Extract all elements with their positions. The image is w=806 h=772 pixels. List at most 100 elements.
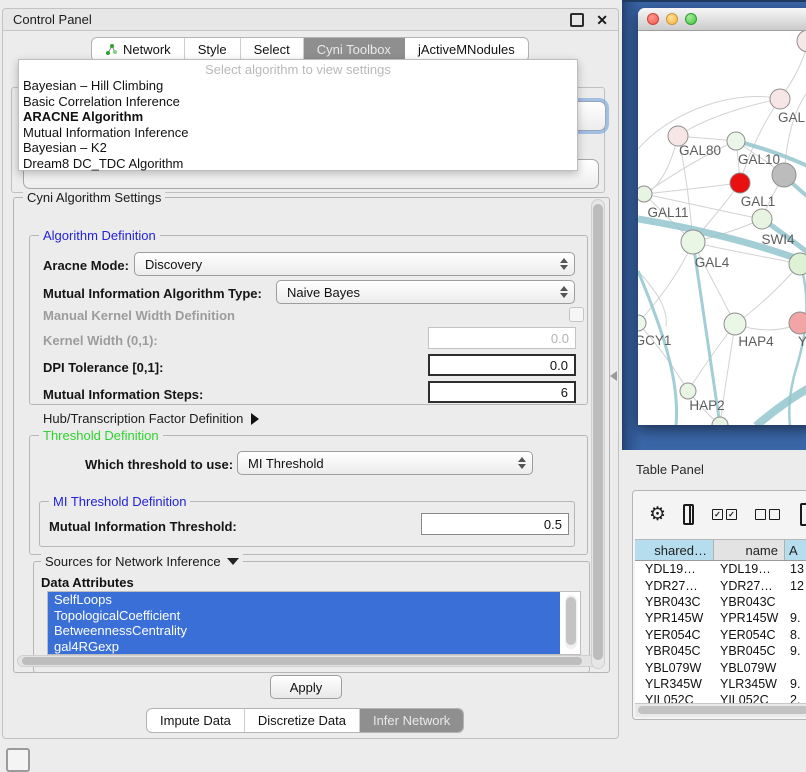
- network-node-gal[interactable]: [770, 89, 790, 109]
- table-cell[interactable]: 8.: [785, 628, 806, 642]
- table-cell[interactable]: YIL052C: [635, 693, 714, 703]
- table-cell[interactable]: YPR145W: [635, 611, 714, 625]
- table-cell[interactable]: 13: [785, 562, 806, 576]
- column-header-shared[interactable]: shared…: [635, 540, 714, 560]
- table-cell[interactable]: YBR043C: [635, 595, 714, 609]
- network-node-gal4[interactable]: [681, 230, 705, 254]
- attribute-item-topologicalcoefficient[interactable]: TopologicalCoefficient: [48, 608, 560, 624]
- table-cell[interactable]: YBL079W: [635, 661, 714, 675]
- table-cell[interactable]: 9.: [785, 677, 806, 691]
- table-row[interactable]: YDR27…YDR27…12: [635, 577, 806, 593]
- table-cell[interactable]: YDR27…: [635, 579, 714, 593]
- gear-icon[interactable]: ⚙: [649, 503, 666, 526]
- table-cell[interactable]: YIL052C: [714, 693, 785, 703]
- screen: { "colors": { "selection_blue": "#3a6fd8…: [0, 0, 806, 762]
- table-cell[interactable]: YBL079W: [714, 661, 785, 675]
- table-cell[interactable]: YDR27…: [714, 579, 785, 593]
- settings-vertical-scrollbar[interactable]: [591, 199, 605, 669]
- attribute-item-gal4rgexp[interactable]: gal4RGexp: [48, 639, 560, 655]
- bottom-tab-impute-data[interactable]: Impute Data: [147, 709, 245, 732]
- network-node[interactable]: [797, 31, 806, 52]
- table-horizontal-scrollbar[interactable]: [635, 703, 806, 717]
- table-cell[interactable]: YDL19…: [635, 562, 714, 576]
- table-cell[interactable]: YLR345W: [635, 677, 714, 691]
- column-header-a[interactable]: A: [785, 540, 806, 560]
- network-node[interactable]: [712, 417, 728, 425]
- table-cell[interactable]: YDL19…: [714, 562, 785, 576]
- mi-algorithm-type-combo[interactable]: Naive Bayes: [276, 280, 575, 304]
- panel-splitter-icon[interactable]: [610, 371, 617, 381]
- table-cell[interactable]: 12: [785, 579, 806, 593]
- algorithm-option-basic-correlation-inference[interactable]: Basic Correlation Inference: [19, 94, 577, 110]
- dpi-tolerance-input[interactable]: [428, 354, 576, 376]
- bottom-tab-discretize-data[interactable]: Discretize Data: [245, 709, 360, 732]
- algorithm-option-aracne-algorithm[interactable]: ARACNE Algorithm: [19, 109, 577, 125]
- tab-network[interactable]: Network: [92, 38, 185, 61]
- network-node-gal11[interactable]: [638, 186, 652, 202]
- table-row[interactable]: YLR345WYLR345W9.: [635, 676, 806, 692]
- network-node-gcy1[interactable]: [638, 315, 646, 331]
- manual-kernel-width-checkbox[interactable]: [569, 307, 584, 322]
- minimize-window-icon[interactable]: [666, 13, 678, 25]
- network-node-hap4[interactable]: [724, 313, 746, 335]
- network-node-hap2[interactable]: [680, 383, 696, 399]
- table-row[interactable]: YDL19…YDL19…13: [635, 561, 806, 577]
- table-cell[interactable]: YBR045C: [714, 644, 785, 658]
- bottom-corner-button[interactable]: [6, 748, 30, 772]
- table-row[interactable]: YIL052CYIL052C2.: [635, 692, 806, 703]
- unchecked-columns-icon[interactable]: [755, 509, 780, 520]
- table-cell[interactable]: YER054C: [714, 628, 785, 642]
- table-cell[interactable]: 9.: [785, 611, 806, 625]
- table-row[interactable]: YBR045CYBR045C9.: [635, 643, 806, 659]
- network-node-gal10[interactable]: [727, 132, 745, 150]
- algorithm-option-mutual-information-inference[interactable]: Mutual Information Inference: [19, 125, 577, 141]
- table-cell[interactable]: YPR145W: [714, 611, 785, 625]
- table-cell[interactable]: YLR345W: [714, 677, 785, 691]
- table-row[interactable]: YPR145WYPR145W9.: [635, 610, 806, 626]
- mi-threshold-input[interactable]: [421, 513, 569, 535]
- aracne-mode-combo[interactable]: Discovery: [134, 252, 575, 276]
- settings-horizontal-scrollbar[interactable]: [17, 655, 601, 667]
- network-node-gal1[interactable]: [752, 209, 772, 229]
- table-cell[interactable]: 2.: [785, 693, 806, 703]
- table-cell[interactable]: 9.: [785, 644, 806, 658]
- zoom-window-icon[interactable]: [685, 13, 697, 25]
- network-node-y[interactable]: [789, 312, 806, 334]
- kernel-width-input[interactable]: [428, 327, 576, 349]
- algorithm-option-dream8-dc-tdc-algorithm[interactable]: Dream8 DC_TDC Algorithm: [19, 156, 577, 172]
- checked-columns-icon[interactable]: ✓✓: [712, 509, 737, 520]
- table-row[interactable]: YBR043CYBR043C: [635, 594, 806, 610]
- network-canvas[interactable]: GALGAL80GAL10GAL1GAL11GAL4SWI4GCY1HAP4YH…: [638, 31, 806, 425]
- tab-style[interactable]: Style: [185, 38, 241, 61]
- table-row[interactable]: YER054CYER054C8.: [635, 627, 806, 643]
- table-cell[interactable]: YBR043C: [714, 595, 785, 609]
- which-threshold-combo[interactable]: MI Threshold: [237, 451, 533, 475]
- tab-select[interactable]: Select: [241, 38, 304, 61]
- attributes-scrollbar[interactable]: [565, 595, 577, 649]
- float-window-icon[interactable]: [570, 13, 584, 27]
- algorithm-option-bayesian-k2[interactable]: Bayesian – K2: [19, 140, 577, 156]
- mi-steps-input[interactable]: [428, 381, 576, 403]
- algorithm-option-bayesian-hill-climbing[interactable]: Bayesian – Hill Climbing: [19, 78, 577, 94]
- tab-cyni-toolbox[interactable]: Cyni Toolbox: [304, 38, 405, 61]
- table-cell[interactable]: YBR045C: [635, 644, 714, 658]
- attribute-item-selfloops[interactable]: SelfLoops: [48, 592, 560, 608]
- manual-kernel-width-label: Manual Kernel Width Definition: [43, 308, 235, 323]
- page-icon[interactable]: [800, 503, 806, 526]
- table-cell[interactable]: YER054C: [635, 628, 714, 642]
- tab-jactivemnodules[interactable]: jActiveMNodules: [405, 38, 528, 61]
- bottom-tab-infer-network[interactable]: Infer Network: [360, 709, 463, 732]
- hub-transcription-factor-expander[interactable]: Hub/Transcription Factor Definition: [43, 411, 259, 426]
- network-node[interactable]: [730, 173, 750, 193]
- attribute-item-betweennesscentrality[interactable]: BetweennessCentrality: [48, 623, 560, 639]
- sources-title[interactable]: Sources for Network Inference: [41, 554, 243, 569]
- close-window-icon[interactable]: [647, 13, 659, 25]
- network-node-swi4[interactable]: [789, 253, 806, 275]
- algorithm-dropdown-items: Bayesian – Hill ClimbingBasic Correlatio…: [19, 78, 577, 171]
- close-icon[interactable]: ✕: [596, 15, 608, 25]
- apply-button[interactable]: Apply: [270, 675, 342, 699]
- tab-label: jActiveMNodules: [418, 42, 515, 57]
- table-row[interactable]: YBL079WYBL079W: [635, 659, 806, 675]
- split-view-icon[interactable]: [683, 504, 694, 525]
- column-header-name[interactable]: name: [714, 540, 785, 560]
